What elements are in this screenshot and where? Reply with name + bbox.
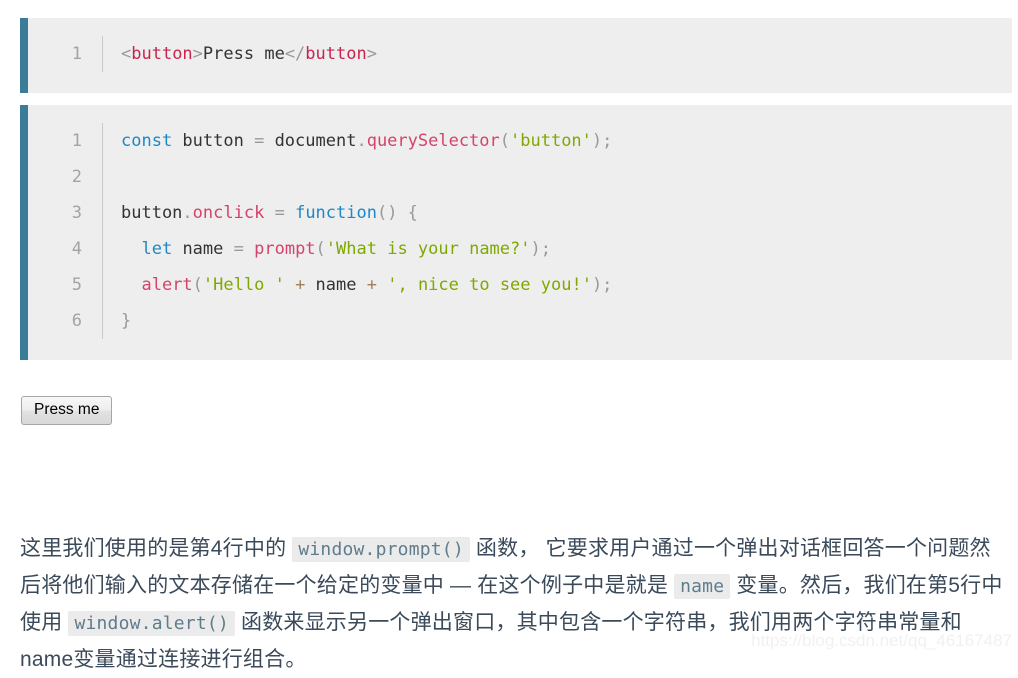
code-token: ); xyxy=(530,239,551,259)
code-token: = xyxy=(274,203,285,223)
code-line: <button>Press me</button> xyxy=(121,36,1012,72)
code-token: ); xyxy=(591,131,613,151)
code-token: onclick xyxy=(192,203,265,223)
code-token: = xyxy=(233,239,244,259)
inline-code: name xyxy=(674,574,731,599)
line-number: 4 xyxy=(71,239,82,259)
line-number: 2 xyxy=(71,167,82,187)
watermark-url: https://blog.csdn.net/qq_46167487 xyxy=(751,631,1012,650)
code-token: ', nice to see you!' xyxy=(387,275,592,295)
code-token: </ xyxy=(284,44,306,64)
code-token: alert xyxy=(141,275,193,295)
line-number: 6 xyxy=(71,311,82,331)
code-token: Press me xyxy=(202,44,285,64)
code-line: let name = prompt('What is your name?'); xyxy=(121,231,1012,267)
code-token: ( xyxy=(499,131,511,151)
code-line: } xyxy=(121,303,1012,339)
code-token: < xyxy=(121,44,132,64)
code-token: + xyxy=(295,275,306,295)
line-number: 3 xyxy=(71,203,82,223)
code-content[interactable]: <button>Press me</button> xyxy=(103,36,1012,72)
press-me-button[interactable]: Press me xyxy=(21,396,113,425)
code-token: 'What is your name?' xyxy=(325,239,531,259)
code-token: button xyxy=(305,44,367,64)
code-token: + xyxy=(366,275,377,295)
code-token: 'Hello ' xyxy=(202,275,285,295)
code-token: let xyxy=(141,239,173,259)
explanation-paragraph: 这里我们使用的是第4行中的 window.prompt() 函数， 它要求用户通… xyxy=(20,531,1010,678)
code-token: ); xyxy=(591,275,613,295)
code-token: } xyxy=(121,311,132,331)
code-token: button xyxy=(121,203,183,223)
code-line: alert('Hello ' + name + ', nice to see y… xyxy=(121,267,1012,303)
line-number: 1 xyxy=(71,44,82,64)
code-token: > xyxy=(192,44,203,64)
code-token: name xyxy=(305,275,367,295)
code-token: . xyxy=(182,203,193,223)
code-token: ( xyxy=(315,239,326,259)
code-line: const button = document.querySelector('b… xyxy=(121,123,1012,159)
inline-code: window.prompt() xyxy=(292,537,470,562)
line-number-gutter: 1 xyxy=(28,36,103,72)
paragraph-text: 这里我们使用的是第4行中的 xyxy=(20,537,293,560)
code-token: > xyxy=(366,44,377,64)
code-line: button.onclick = function() { xyxy=(121,195,1012,231)
code-block-inner: 1 <button>Press me</button> xyxy=(28,18,1012,90)
code-token: button xyxy=(131,44,193,64)
line-number: 1 xyxy=(71,131,82,151)
code-token: prompt xyxy=(254,239,316,259)
code-token: button xyxy=(172,131,255,151)
line-number: 5 xyxy=(71,275,82,295)
code-content[interactable]: const button = document.querySelector('b… xyxy=(103,123,1012,339)
code-token: . xyxy=(356,131,367,151)
code-block-inner: 123456 const button = document.querySele… xyxy=(28,105,1012,357)
code-token: 'button' xyxy=(510,131,592,151)
code-token: name xyxy=(172,239,234,259)
code-token: querySelector xyxy=(366,131,500,151)
code-token: = xyxy=(254,131,265,151)
line-number-gutter: 1 2 3 4 5 6 xyxy=(28,123,103,339)
code-token: ( xyxy=(192,275,203,295)
inline-code: window.alert() xyxy=(68,611,235,636)
code-token: function xyxy=(295,203,377,223)
code-block-javascript: 123456 const button = document.querySele… xyxy=(20,105,1012,360)
code-token: () { xyxy=(376,203,418,223)
code-token: document xyxy=(264,131,357,151)
code-block-html: 1 <button>Press me</button> xyxy=(20,18,1012,93)
code-token: const xyxy=(121,131,173,151)
